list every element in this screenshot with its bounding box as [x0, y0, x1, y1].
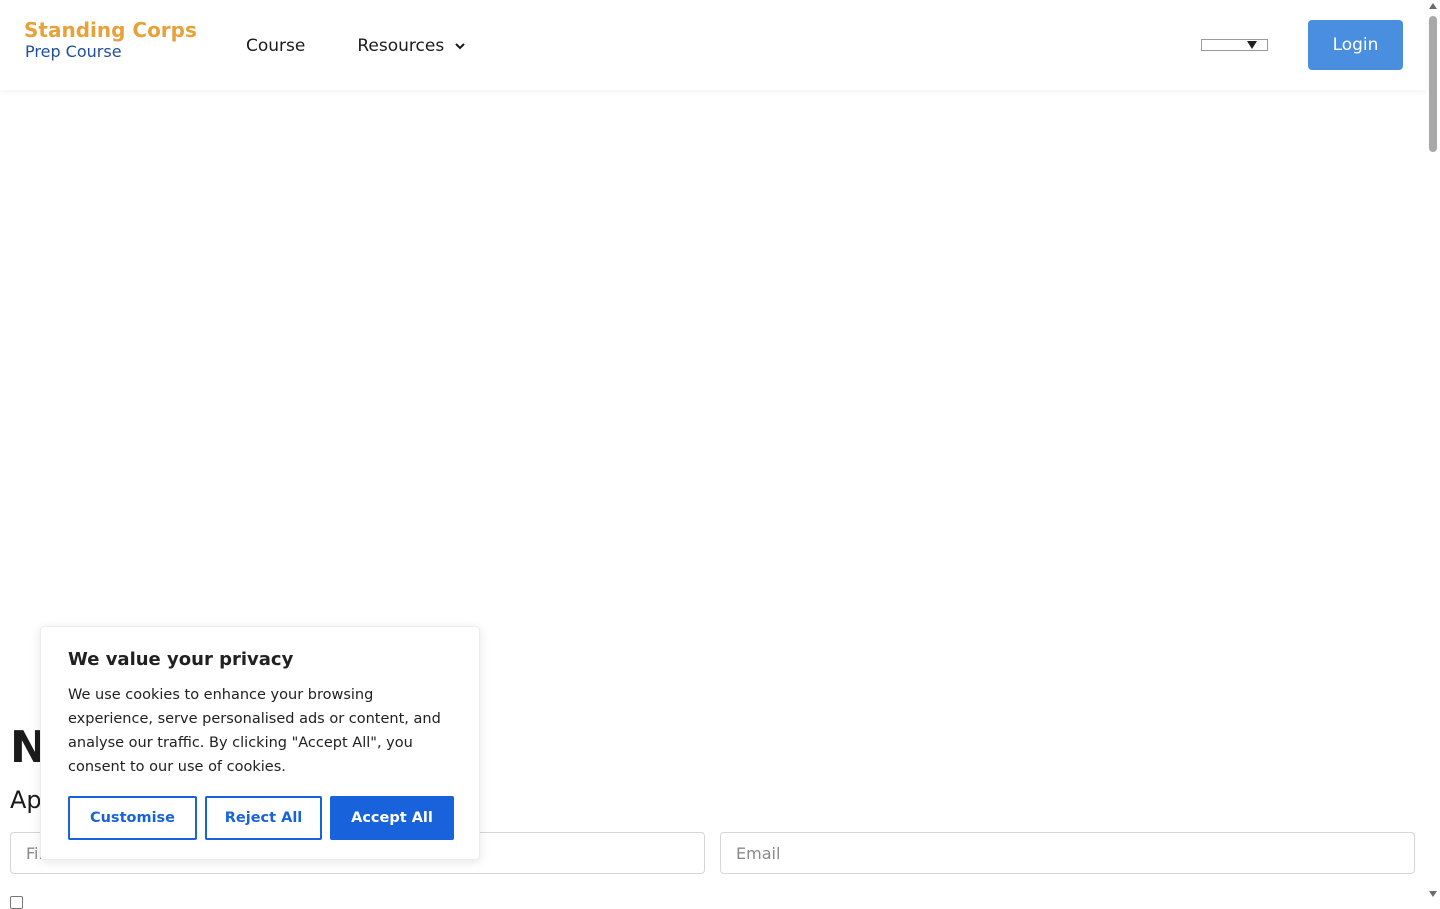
login-button[interactable]: Login	[1308, 20, 1403, 70]
scroll-thumb[interactable]	[1429, 16, 1437, 152]
nav-item-label: Course	[246, 36, 306, 56]
language-select[interactable]	[1201, 39, 1268, 51]
accept-all-button[interactable]: Accept All	[330, 796, 454, 840]
scroll-down-icon[interactable]	[1429, 891, 1437, 897]
main-nav: Course Resources	[246, 36, 466, 56]
site-header: Standing Corps Prep Course Course Resour…	[0, 0, 1426, 90]
chevron-down-icon	[455, 43, 465, 50]
cookie-banner-title: We value your privacy	[68, 649, 294, 670]
consent-checkbox[interactable]	[10, 896, 23, 909]
logo-title: Standing Corps	[24, 18, 197, 42]
nav-item-course[interactable]: Course	[246, 36, 305, 56]
section-subheading: Ap	[10, 786, 42, 814]
customise-button[interactable]: Customise	[68, 796, 197, 840]
nav-item-resources[interactable]: Resources	[357, 36, 466, 56]
scroll-up-icon[interactable]	[1429, 3, 1437, 9]
site-logo[interactable]: Standing Corps Prep Course	[24, 20, 197, 60]
reject-all-button[interactable]: Reject All	[205, 796, 322, 840]
page-scrollbar[interactable]	[1426, 0, 1440, 900]
nav-item-label: Resources	[357, 36, 445, 56]
dropdown-arrow-icon	[1247, 41, 1257, 49]
cookie-banner-text: We use cookies to enhance your browsing …	[68, 687, 441, 775]
email-input[interactable]	[720, 832, 1415, 874]
cookie-consent-banner: We value your privacy We use cookies to …	[40, 626, 480, 860]
logo-subtitle: Prep Course	[25, 42, 122, 61]
